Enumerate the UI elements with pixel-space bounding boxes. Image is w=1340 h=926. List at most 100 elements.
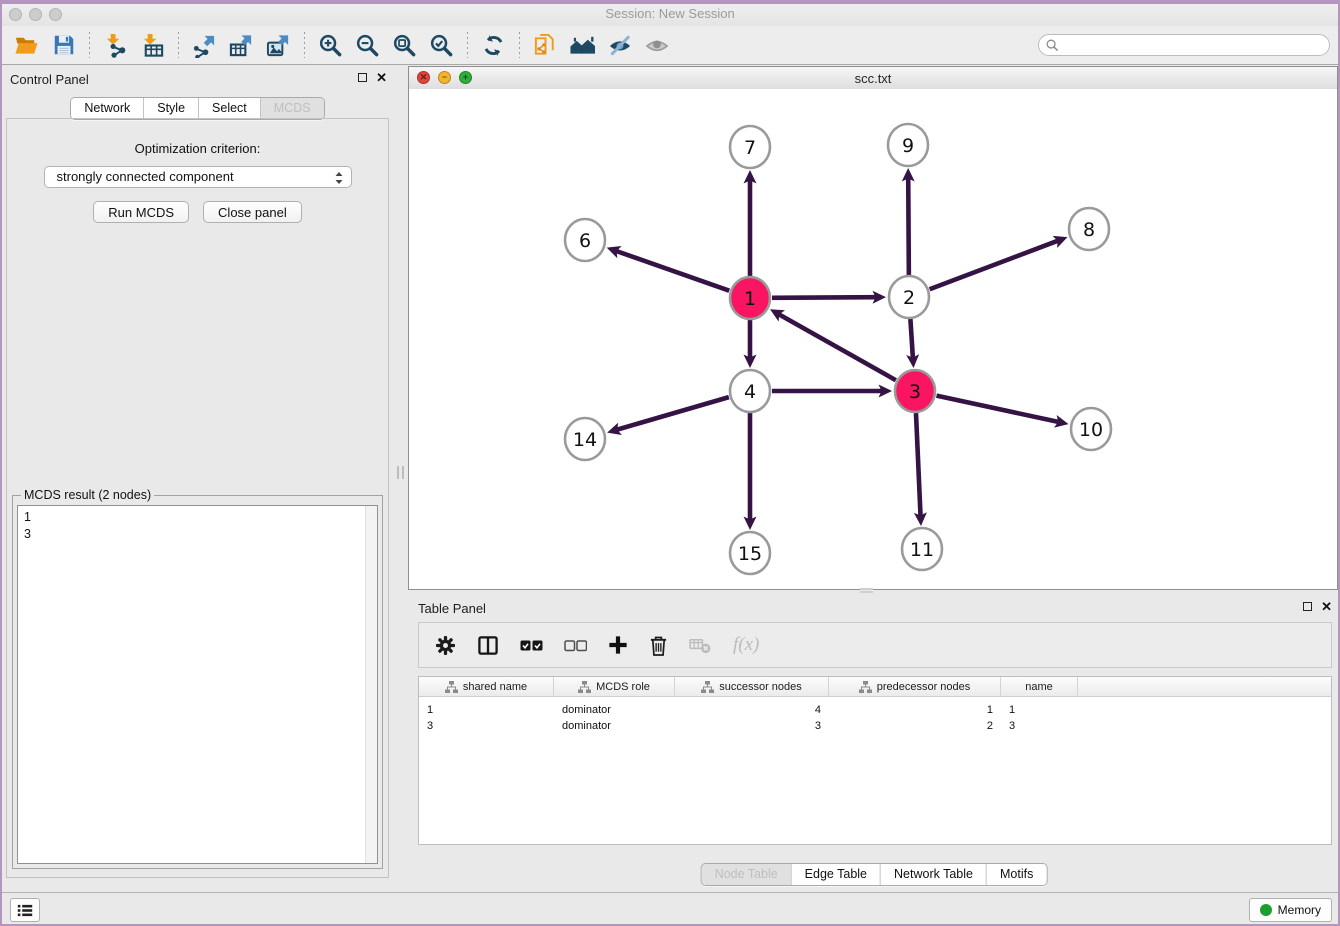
- graph-node-6[interactable]: 6: [565, 219, 605, 261]
- deselect-all-rows-button[interactable]: [564, 639, 587, 652]
- show-view-button[interactable]: [638, 29, 675, 61]
- column-type-icon: [578, 681, 591, 693]
- network-canvas[interactable]: 7 9 6 8 1 2 4 3 14 10 15 11: [409, 89, 1337, 589]
- tab-network[interactable]: Network: [71, 98, 143, 119]
- graph-node-8[interactable]: 8: [1069, 208, 1109, 250]
- import-network-button[interactable]: [97, 29, 134, 61]
- main-toolbar: [0, 26, 1340, 65]
- unchecked-boxes-icon: [564, 639, 587, 652]
- graph-edge[interactable]: [772, 297, 876, 298]
- graph-node-label: 14: [573, 429, 597, 451]
- mcds-tab-content: Optimization criterion: strongly connect…: [6, 118, 389, 878]
- table-cell: 1: [1001, 704, 1078, 716]
- export-table-button[interactable]: [223, 29, 260, 61]
- run-mcds-button[interactable]: Run MCDS: [93, 201, 189, 223]
- graph-node-2[interactable]: 2: [889, 276, 929, 318]
- close-panel-button[interactable]: Close panel: [203, 201, 302, 223]
- tab-network-table[interactable]: Network Table: [880, 864, 986, 885]
- zoom-in-button[interactable]: [312, 29, 349, 61]
- tab-select[interactable]: Select: [198, 98, 260, 119]
- tab-style[interactable]: Style: [143, 98, 198, 119]
- column-header-MCDS-role[interactable]: MCDS role: [554, 677, 675, 696]
- zoom-out-button[interactable]: [349, 29, 386, 61]
- tab-edge-table[interactable]: Edge Table: [791, 864, 880, 885]
- graph-node-9[interactable]: 9: [888, 124, 928, 166]
- function-builder-button[interactable]: f(x): [733, 634, 759, 656]
- export-image-button[interactable]: [260, 29, 297, 61]
- graph-node-1[interactable]: 1: [730, 277, 770, 319]
- delete-table-button[interactable]: [689, 636, 712, 655]
- optimization-criterion-select[interactable]: strongly connected component: [44, 166, 352, 188]
- select-all-rows-button[interactable]: [520, 639, 543, 652]
- delete-table-icon: [689, 636, 712, 655]
- graph-edge[interactable]: [908, 178, 909, 275]
- import-table-icon: [140, 33, 165, 58]
- memory-button[interactable]: Memory: [1249, 898, 1332, 922]
- zoom-fit-button[interactable]: [386, 29, 423, 61]
- table-row[interactable]: 1dominator411: [419, 702, 1331, 718]
- graph-node-11[interactable]: 11: [902, 528, 942, 570]
- graph-edge[interactable]: [916, 413, 921, 516]
- graph-node-label: 11: [910, 539, 934, 561]
- show-all-views-button[interactable]: [564, 29, 601, 61]
- column-header-successor-nodes[interactable]: successor nodes: [675, 677, 829, 696]
- graph-node-15[interactable]: 15: [730, 532, 770, 574]
- select-stepper-icon: [334, 170, 344, 186]
- graph-edge[interactable]: [617, 251, 730, 291]
- graph-node-3[interactable]: 3: [895, 370, 935, 412]
- trash-icon: [649, 635, 668, 656]
- table-settings-button[interactable]: [435, 635, 456, 656]
- scrollbar-track[interactable]: [365, 506, 377, 863]
- graph-node-10[interactable]: 10: [1071, 408, 1111, 450]
- control-panel-tabs: Network Style Select MCDS: [70, 97, 324, 120]
- close-panel-icon[interactable]: ✕: [376, 72, 387, 83]
- network-view-window: ✕ − + scc.txt 7 9 6 8 1 2 4 3 14 10 15 11: [408, 66, 1338, 590]
- open-session-button[interactable]: [8, 29, 45, 61]
- graph-node-4[interactable]: 4: [730, 370, 770, 412]
- delete-column-button[interactable]: [649, 635, 668, 656]
- float-panel-icon[interactable]: [1303, 602, 1312, 611]
- graph-edge[interactable]: [617, 397, 729, 429]
- tab-node-table[interactable]: Node Table: [702, 864, 791, 885]
- close-panel-icon[interactable]: ✕: [1321, 601, 1332, 612]
- column-header-shared-name[interactable]: shared name: [419, 677, 554, 696]
- save-session-button[interactable]: [45, 29, 82, 61]
- show-columns-button[interactable]: [477, 635, 499, 656]
- network-view-title: scc.txt: [409, 71, 1337, 86]
- graph-node-label: 3: [909, 381, 921, 403]
- graph-edge[interactable]: [910, 319, 912, 358]
- graph-edge[interactable]: [779, 314, 896, 380]
- zoom-out-icon: [355, 33, 380, 58]
- mcds-result-textarea[interactable]: 13: [17, 505, 378, 864]
- network-window-titlebar[interactable]: ✕ − + scc.txt: [409, 67, 1337, 90]
- zoom-selected-button[interactable]: [423, 29, 460, 61]
- list-icon: [17, 903, 33, 918]
- column-header-name[interactable]: name: [1001, 677, 1078, 696]
- hide-view-button[interactable]: [601, 29, 638, 61]
- graph-node-14[interactable]: 14: [565, 418, 605, 460]
- graph-svg[interactable]: 7 9 6 8 1 2 4 3 14 10 15 11: [409, 89, 1337, 590]
- export-network-button[interactable]: [186, 29, 223, 61]
- mcds-result-line: 1: [18, 509, 377, 526]
- split-handle-vertical[interactable]: [397, 466, 404, 479]
- search-input[interactable]: [1038, 34, 1330, 56]
- apply-layout-button[interactable]: [475, 29, 512, 61]
- split-handle-horizontal[interactable]: [860, 588, 873, 593]
- float-panel-icon[interactable]: [358, 73, 367, 82]
- table-cell: 3: [675, 720, 829, 732]
- graph-edge[interactable]: [930, 241, 1058, 289]
- add-column-button[interactable]: [608, 635, 628, 655]
- graph-edge[interactable]: [937, 396, 1059, 422]
- column-header-predecessor-nodes[interactable]: predecessor nodes: [829, 677, 1001, 696]
- tab-motifs[interactable]: Motifs: [986, 864, 1046, 885]
- table-panel-header: Table Panel ✕: [408, 595, 1340, 621]
- node-table[interactable]: shared nameMCDS rolesuccessor nodesprede…: [418, 676, 1332, 845]
- create-network-view-button[interactable]: [527, 29, 564, 61]
- table-row[interactable]: 3dominator323: [419, 718, 1331, 734]
- zoom-selected-icon: [429, 33, 454, 58]
- graph-node-7[interactable]: 7: [730, 126, 770, 168]
- import-table-button[interactable]: [134, 29, 171, 61]
- tab-mcds[interactable]: MCDS: [260, 98, 324, 119]
- show-panels-menu-button[interactable]: [10, 898, 40, 922]
- node-table-header: shared nameMCDS rolesuccessor nodesprede…: [419, 677, 1331, 697]
